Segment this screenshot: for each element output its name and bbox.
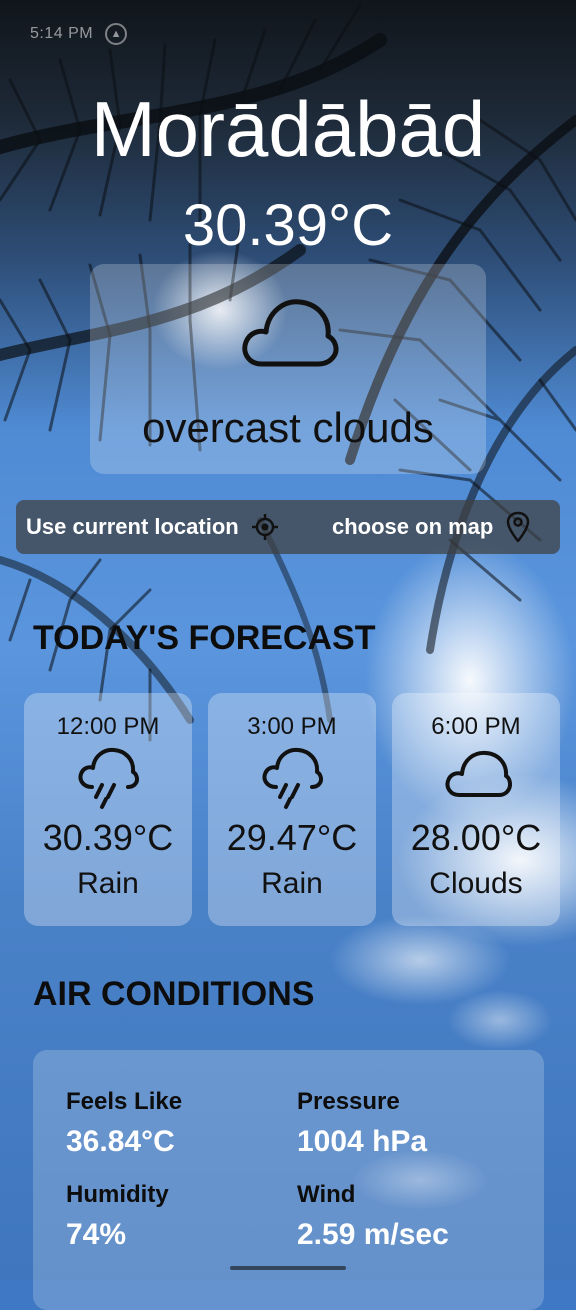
city-name: Morādābād: [90, 85, 486, 173]
forecast-time: 3:00 PM: [247, 713, 337, 740]
air-value: 2.59 m/sec: [297, 1218, 449, 1251]
choose-on-map-button[interactable]: choose on map: [332, 500, 531, 554]
forecast-time: 12:00 PM: [56, 713, 160, 740]
forecast-card: 3:00 PM 29.47°C Rain: [208, 693, 376, 926]
wind-item: Wind 2.59 m/sec: [297, 1181, 449, 1253]
cloud-icon: [445, 750, 512, 797]
use-current-location-button[interactable]: Use current location: [26, 500, 279, 554]
pressure-item: Pressure 1004 hPa: [297, 1088, 427, 1160]
choose-on-map-label: choose on map: [332, 514, 494, 539]
rain-cloud-icon: [262, 747, 323, 809]
air-conditions-title: AIR CONDITIONS: [33, 975, 315, 1013]
air-label: Feels Like: [66, 1088, 183, 1115]
forecast-card: 12:00 PM 30.39°C Rain: [24, 693, 192, 926]
use-current-location-label: Use current location: [26, 514, 239, 539]
forecast-card: 6:00 PM 28.00°C Clouds: [392, 693, 560, 926]
status-bar: 5:14 PM ▲: [30, 20, 128, 48]
humidity-item: Humidity 74%: [66, 1181, 169, 1253]
forecast-temp: 29.47°C: [226, 817, 358, 858]
current-condition-card: overcast clouds: [90, 264, 486, 474]
map-pin-icon: [507, 511, 530, 543]
home-indicator[interactable]: [230, 1266, 346, 1270]
air-value: 74%: [66, 1218, 127, 1251]
forecast-temp: 28.00°C: [410, 817, 542, 858]
forecast-desc: Rain: [77, 867, 139, 900]
forecast-desc: Rain: [261, 867, 323, 900]
air-value: 36.84°C: [66, 1125, 175, 1158]
current-temperature: 30.39°C: [182, 193, 394, 258]
air-label: Wind: [297, 1181, 356, 1208]
todays-forecast-title: TODAY'S FORECAST: [33, 619, 376, 657]
crosshair-icon: [251, 514, 278, 540]
forecast-desc: Clouds: [429, 867, 523, 900]
rain-cloud-icon: [78, 747, 139, 809]
air-label: Humidity: [66, 1181, 169, 1208]
forecast-time: 6:00 PM: [431, 713, 521, 740]
navigation-icon: ▲: [105, 23, 128, 45]
forecast-temp: 30.39°C: [42, 817, 174, 858]
cloud-icon: [242, 299, 339, 367]
location-bar: Use current location choose on map: [16, 500, 560, 554]
status-time: 5:14 PM: [30, 25, 94, 42]
feels-like-item: Feels Like 36.84°C: [66, 1088, 182, 1160]
air-conditions-card: Feels Like 36.84°C Pressure 1004 hPa Hum…: [33, 1050, 544, 1310]
air-value: 1004 hPa: [297, 1125, 428, 1158]
condition-text: overcast clouds: [142, 404, 434, 451]
air-label: Pressure: [297, 1088, 400, 1115]
